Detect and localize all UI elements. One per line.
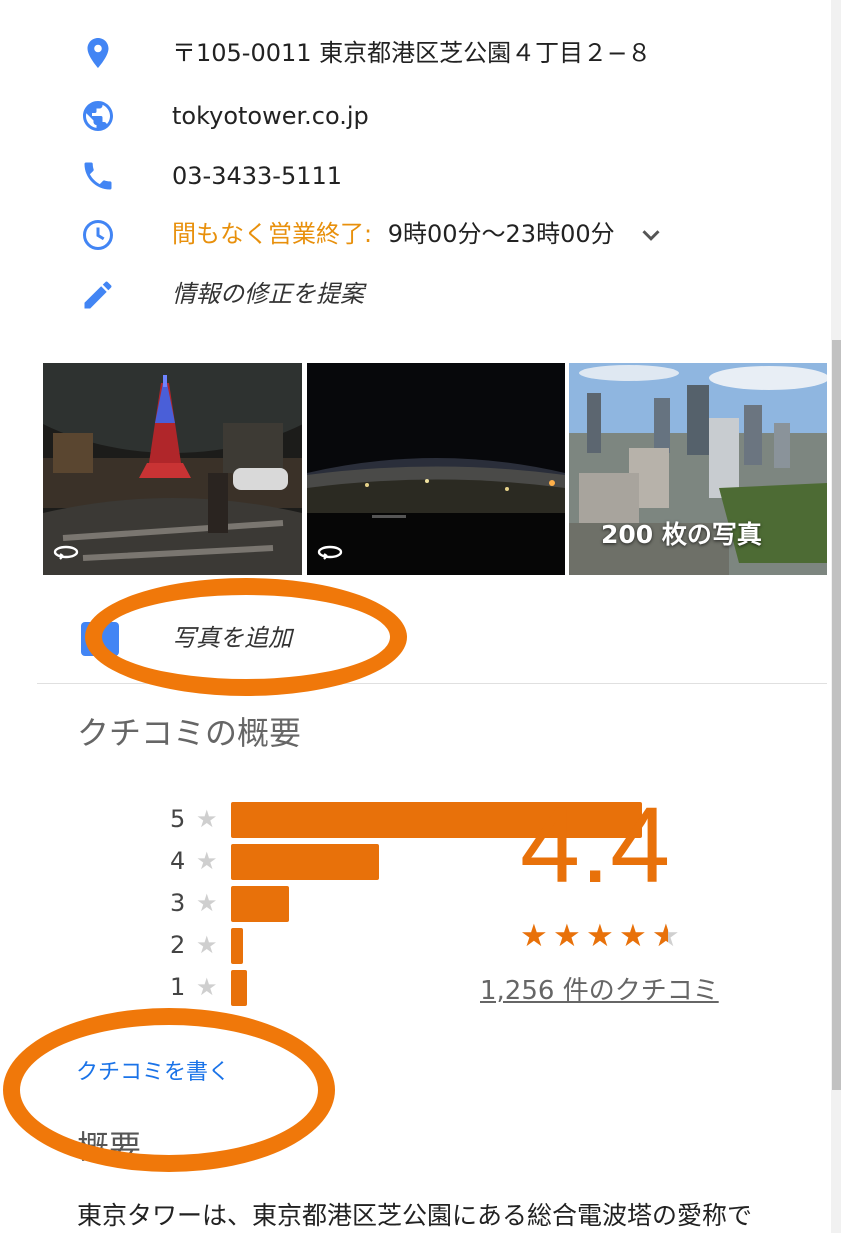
review-summary-title: クチコミの概要 [77,714,302,752]
pencil-icon [84,281,112,309]
website-row[interactable]: tokyotower.co.jp [0,96,780,136]
star-icon: ★ [196,805,218,833]
photo-tile-360-night-city[interactable] [307,363,565,575]
star-icon: ★ [553,918,581,954]
star-icon: ★ [196,889,218,917]
review-count-link[interactable]: 1,256 件のクチコミ [480,970,719,1007]
star-icon: ★ [196,931,218,959]
clock-icon [83,220,113,250]
star-icon: ★ [196,973,218,1001]
rating-bar [231,886,289,922]
photo-tile-city-daytime[interactable]: 200 枚の写真 [569,363,827,575]
chevron-down-icon[interactable] [636,220,666,250]
phone-number[interactable]: 03-3433-5111 [172,156,342,196]
star-partial-fill: ★ [652,918,669,954]
scrollbar-thumb[interactable] [832,340,841,1090]
website-link[interactable]: tokyotower.co.jp [172,96,369,136]
star-icon: ★ ★ [652,918,680,954]
address-text: 〒105-0011 東京都港区芝公園４丁目２−８ [172,39,652,67]
hours-text: 間もなく営業終了: 9時00分〜23時00分 [172,214,666,254]
hours-row[interactable]: 間もなく営業終了: 9時00分〜23時00分 [0,214,780,254]
rating-bar [231,928,243,964]
photo-count-label: 200 枚の写真 [601,520,762,549]
star-icon: ★ [619,918,647,954]
annotation-ellipse-add-photo [85,578,407,696]
location-pin-icon [87,38,109,68]
rating-row-number: 5 [170,805,186,833]
star-icon: ★ [196,847,218,875]
annotation-ellipse-write-review [3,1008,335,1172]
suggest-edit-link[interactable]: 情報の修正を提案 [172,274,364,314]
photo-tile-360-night-tower[interactable] [43,363,302,575]
overview-description: 東京タワーは、東京都港区芝公園にある総合電波塔の愛称で [77,1201,753,1230]
rating-row-number: 3 [170,889,186,917]
star-icon: ★ [520,918,548,954]
globe-icon [83,101,113,131]
photo-360-icon [317,545,343,560]
rating-row-number: 1 [170,973,186,1001]
hours-status: 間もなく営業終了: [172,220,373,248]
address-row[interactable]: 〒105-0011 東京都港区芝公園４丁目２−８ [0,33,780,73]
rating-bar [231,970,247,1006]
photo-night-city-image [307,363,565,575]
phone-icon [84,162,112,190]
phone-row[interactable]: 03-3433-5111 [0,156,780,196]
photo-night-tower-image [43,363,302,575]
average-rating: 4.4 [520,784,671,905]
suggest-edit-row[interactable]: 情報の修正を提案 [0,274,780,314]
star-icon: ★ [586,918,614,954]
rating-row-number: 2 [170,931,186,959]
hours-time: 9時00分〜23時00分 [387,220,615,248]
photo-360-icon [53,545,79,560]
rating-bar [231,844,379,880]
rating-row-number: 4 [170,847,186,875]
